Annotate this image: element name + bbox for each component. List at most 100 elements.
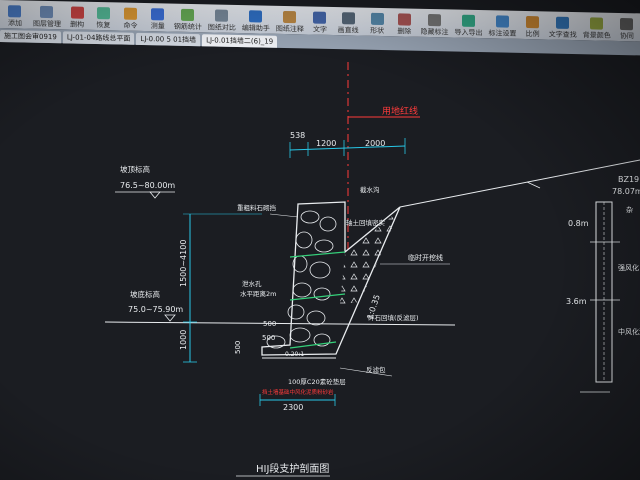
toolbar-button-label: 文字查找 [548,30,577,40]
toolbar-button-17[interactable]: 比例 [519,13,545,40]
redline-label: 用地红线 [382,105,418,117]
toolbar-button-0[interactable]: 添加 [0,2,30,29]
text-icon [313,11,327,24]
cad-drawing-canvas[interactable]: 用地红线 538 1200 2000 坡顶标高 76.5~80.00m 坡底标高… [0,42,640,480]
dim-500b: 500 [262,334,275,342]
label-excavation: 临时开挖线 [408,253,443,262]
line-icon [341,12,355,25]
borehole-layer2: 中风化泥 [618,327,640,336]
toolbar-button-2[interactable]: 删构 [64,3,90,30]
toolbar-button-20[interactable]: 协同 [614,15,640,42]
toolbar-button-label: 形状 [370,26,385,36]
toolbar-button-label: 添加 [7,19,22,28]
toolbar-button-16[interactable]: 标注设置 [485,12,519,39]
toolbar-button-label: 导入导出 [454,28,483,38]
toolbar-button-label: 比例 [525,30,540,39]
toolbar-button-label: 编辑助手 [241,24,270,33]
toolbar-button-label: 图纸注释 [275,24,304,34]
note-icon [283,10,297,24]
vdim-2: 1000 [179,330,188,350]
borehole-elev: 78.07m [612,187,640,196]
toolbar-button-14[interactable]: 隐藏标注 [417,11,451,38]
toolbar-button-18[interactable]: 文字查找 [546,13,580,40]
bg-color-icon [590,17,604,30]
label-drain: 泄水孔 [242,279,262,288]
ground-line [104,321,456,326]
borehole-id: BZ19 [618,175,639,184]
vdim-1: 1500~4100 [179,240,188,287]
base-ratio: 0.20:1 [285,351,304,358]
toolbar-button-12[interactable]: 形状 [363,10,391,37]
slope-top-line [399,159,640,208]
hide-icon [427,13,441,27]
settings-icon [495,15,509,28]
toolbar-button-13[interactable]: 删除 [391,10,417,37]
top-elev-value: 76.5~80.00m [120,181,175,190]
measure-icon [151,8,165,21]
label-inner: 轴土回填密实 [346,218,386,227]
toolbar-button-6[interactable]: 钢筋统计 [171,6,205,33]
toolbar-button-15[interactable]: 导入导出 [451,11,485,38]
shape-icon [370,12,384,26]
borehole-depth1: 0.8m [568,219,589,228]
toolbar-button-8[interactable]: 编辑助手 [239,7,273,34]
toolbar-button-label: 标注设置 [488,29,517,38]
toolbar-button-label: 图纸对比 [207,23,236,32]
import-icon [461,14,475,27]
dim-500c: 500 [234,341,242,354]
edit-icon [249,10,263,23]
dim-top-1: 538 [290,131,305,140]
dim-top-3: 2000 [365,139,385,148]
rebar-icon [181,8,195,22]
command-icon [124,7,138,20]
toolbar-button-label: 图层管理 [32,19,61,29]
drain-pipe-2 [289,341,337,349]
drawing-title: HIJ段支护剖面图 [256,462,329,475]
compare-icon [215,9,229,22]
collab-icon [620,17,634,31]
borehole-layer3: 杂 [626,206,633,214]
toolbar-button-label: 背景颜色 [582,31,611,40]
toolbar-button-3[interactable]: 恢复 [90,4,116,31]
toolbar-button-label: 文字 [312,25,327,34]
toolbar-button-label: 删构 [70,20,85,29]
erase-icon [397,13,411,26]
borehole-depth2: 3.6m [566,297,587,306]
bottom-elev-value: 75.0~75.90m [128,305,183,314]
bottom-dim: 2300 [283,403,303,412]
dim-top-2: 1200 [316,139,336,148]
label-base: 100厚C20素砼垫层 [288,377,346,386]
add-icon [8,5,22,18]
borehole-layer1: 强风化 [618,263,639,272]
rubble-stones [266,210,337,349]
toolbar-button-label: 隐藏标注 [420,27,449,37]
label-top-right: 截水沟 [360,185,380,194]
toolbar-button-7[interactable]: 图纸对比 [205,6,239,33]
toolbar-button-label: 删除 [397,27,412,36]
toolbar-button-9[interactable]: 图纸注释 [273,8,307,35]
top-elev-title: 坡顶标高 [120,164,150,174]
toolbar-button-5[interactable]: 测量 [145,5,171,32]
delete-icon [70,6,84,19]
restore-icon [96,7,110,20]
toolbar-button-label: 协同 [619,31,634,41]
toolbar-button-label: 恢复 [96,21,111,30]
find-icon [556,16,570,29]
layers-icon [40,5,54,19]
scale-icon [526,16,540,29]
toolbar-button-19[interactable]: 背景颜色 [580,14,614,41]
toolbar-button-label: 命令 [123,21,138,30]
label-top-left: 重粗料石砌挡 [237,203,276,212]
toolbar-button-1[interactable]: 图层管理 [30,3,64,30]
red-note: 挡土墙基础中风化泥质粉砂岩 [262,388,334,396]
dim-500a: 500 [263,320,276,328]
toolbar-button-11[interactable]: 画直线 [333,9,363,36]
toolbar-button-10[interactable]: 文字 [307,8,333,35]
toolbar-button-4[interactable]: 命令 [116,4,144,31]
toolbar-button-label: 画直线 [337,26,359,35]
bottom-elev-title: 坡底标高 [130,289,160,299]
toolbar-button-label: 测量 [150,22,165,31]
label-drain-sub: 水平距离2m [240,289,276,298]
toolbar-button-label: 钢筋统计 [173,22,202,32]
label-gravel: 碎石回填(反滤层) [368,313,419,322]
